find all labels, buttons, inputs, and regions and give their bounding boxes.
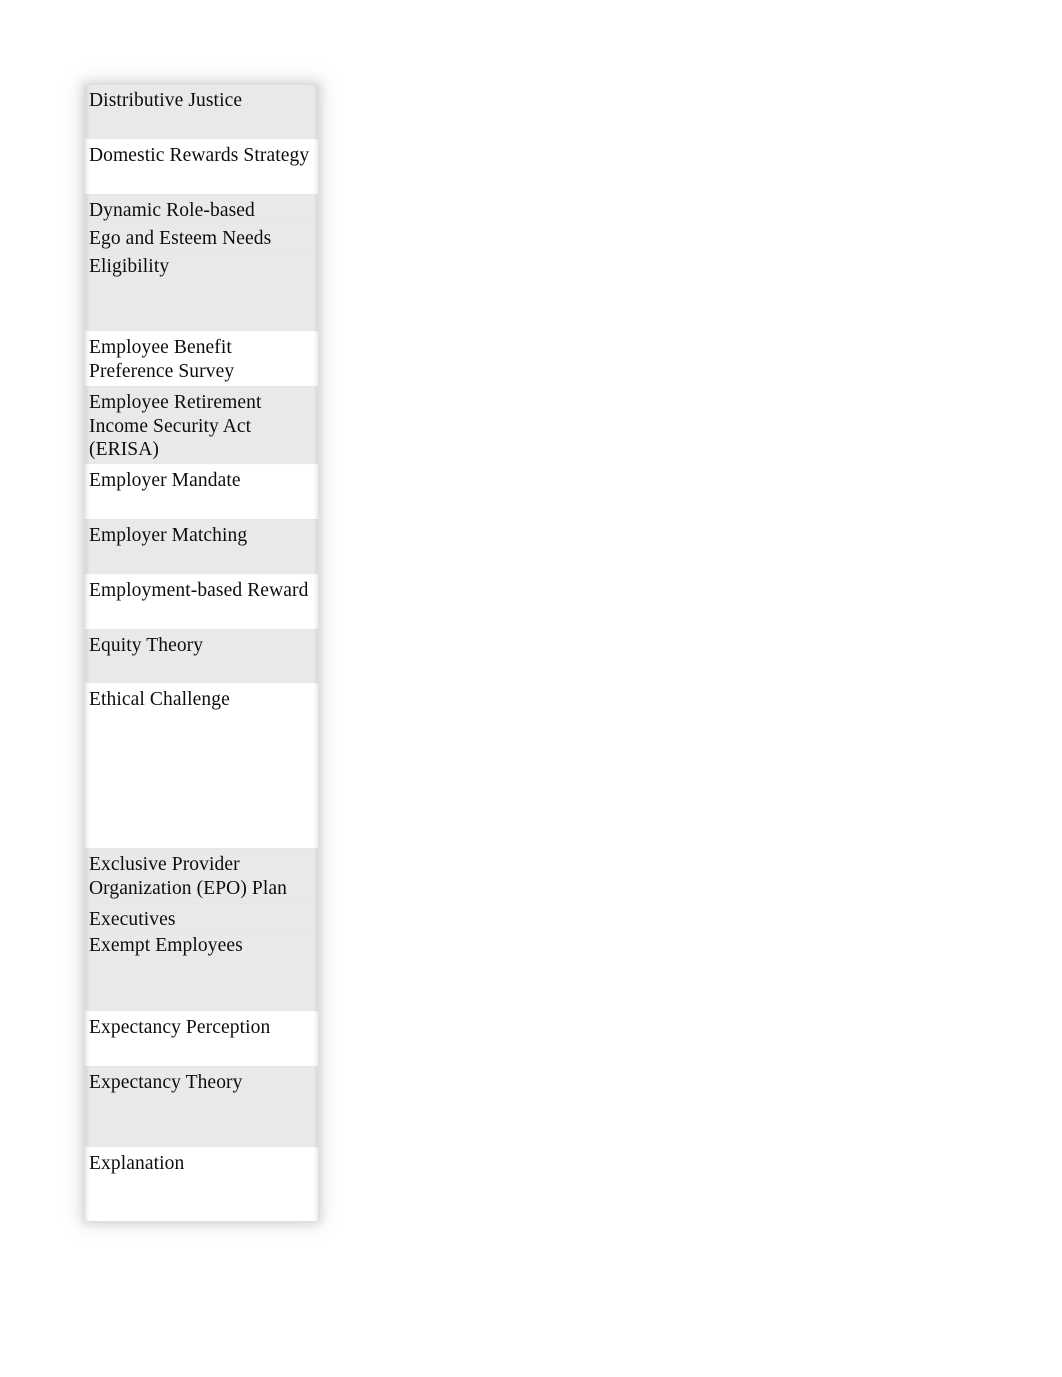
- document-page: Distributive Justice Domestic Rewards Str…: [0, 0, 1062, 1377]
- table-row: Exempt Employees: [85, 929, 318, 1011]
- glossary-term-table: Distributive Justice Domestic Rewards Str…: [85, 85, 318, 1221]
- table-row: Domestic Rewards Strategy: [85, 139, 318, 194]
- table-row: Explanation: [85, 1147, 318, 1221]
- glossary-term: Expectancy Perception: [89, 1017, 271, 1038]
- glossary-term: Employer Mandate: [89, 470, 241, 491]
- glossary-term: Distributive Justice: [89, 90, 243, 111]
- glossary-term: Employee Benefit Preference Survey: [89, 337, 235, 382]
- table-row: Employee Benefit Preference Survey: [85, 331, 318, 386]
- table-row: Executives: [85, 903, 318, 930]
- table-row: Equity Theory: [85, 629, 318, 683]
- glossary-term: Ethical Challenge: [89, 689, 230, 710]
- table-row: Employer Matching: [85, 519, 318, 574]
- table-row: Dynamic Role-based: [85, 194, 318, 222]
- table-row: Ego and Esteem Needs: [85, 222, 318, 250]
- table-row: Distributive Justice: [85, 85, 318, 139]
- table-row: Employee Retirement Income Security Act …: [85, 386, 318, 464]
- table-row: Employment-based Reward: [85, 574, 318, 629]
- table-row: Expectancy Perception: [85, 1011, 318, 1066]
- glossary-term: Eligibility: [89, 256, 170, 277]
- glossary-term: Domestic Rewards Strategy: [89, 145, 310, 166]
- glossary-term: Employer Matching: [89, 525, 248, 546]
- glossary-term: Exclusive Provider Organization (EPO) Pl…: [89, 854, 287, 899]
- glossary-term: Employee Retirement Income Security Act …: [89, 392, 262, 460]
- table-row: Ethical Challenge: [85, 683, 318, 848]
- table-row: Exclusive Provider Organization (EPO) Pl…: [85, 848, 318, 903]
- glossary-term: Employment-based Reward: [89, 580, 309, 601]
- glossary-term: Explanation: [89, 1153, 185, 1174]
- table-row: Eligibility: [85, 250, 318, 331]
- glossary-term: Equity Theory: [89, 635, 204, 656]
- table-row: Employer Mandate: [85, 464, 318, 519]
- glossary-term: Exempt Employees: [89, 935, 243, 956]
- table-row: Expectancy Theory: [85, 1066, 318, 1147]
- glossary-term: Expectancy Theory: [89, 1072, 243, 1093]
